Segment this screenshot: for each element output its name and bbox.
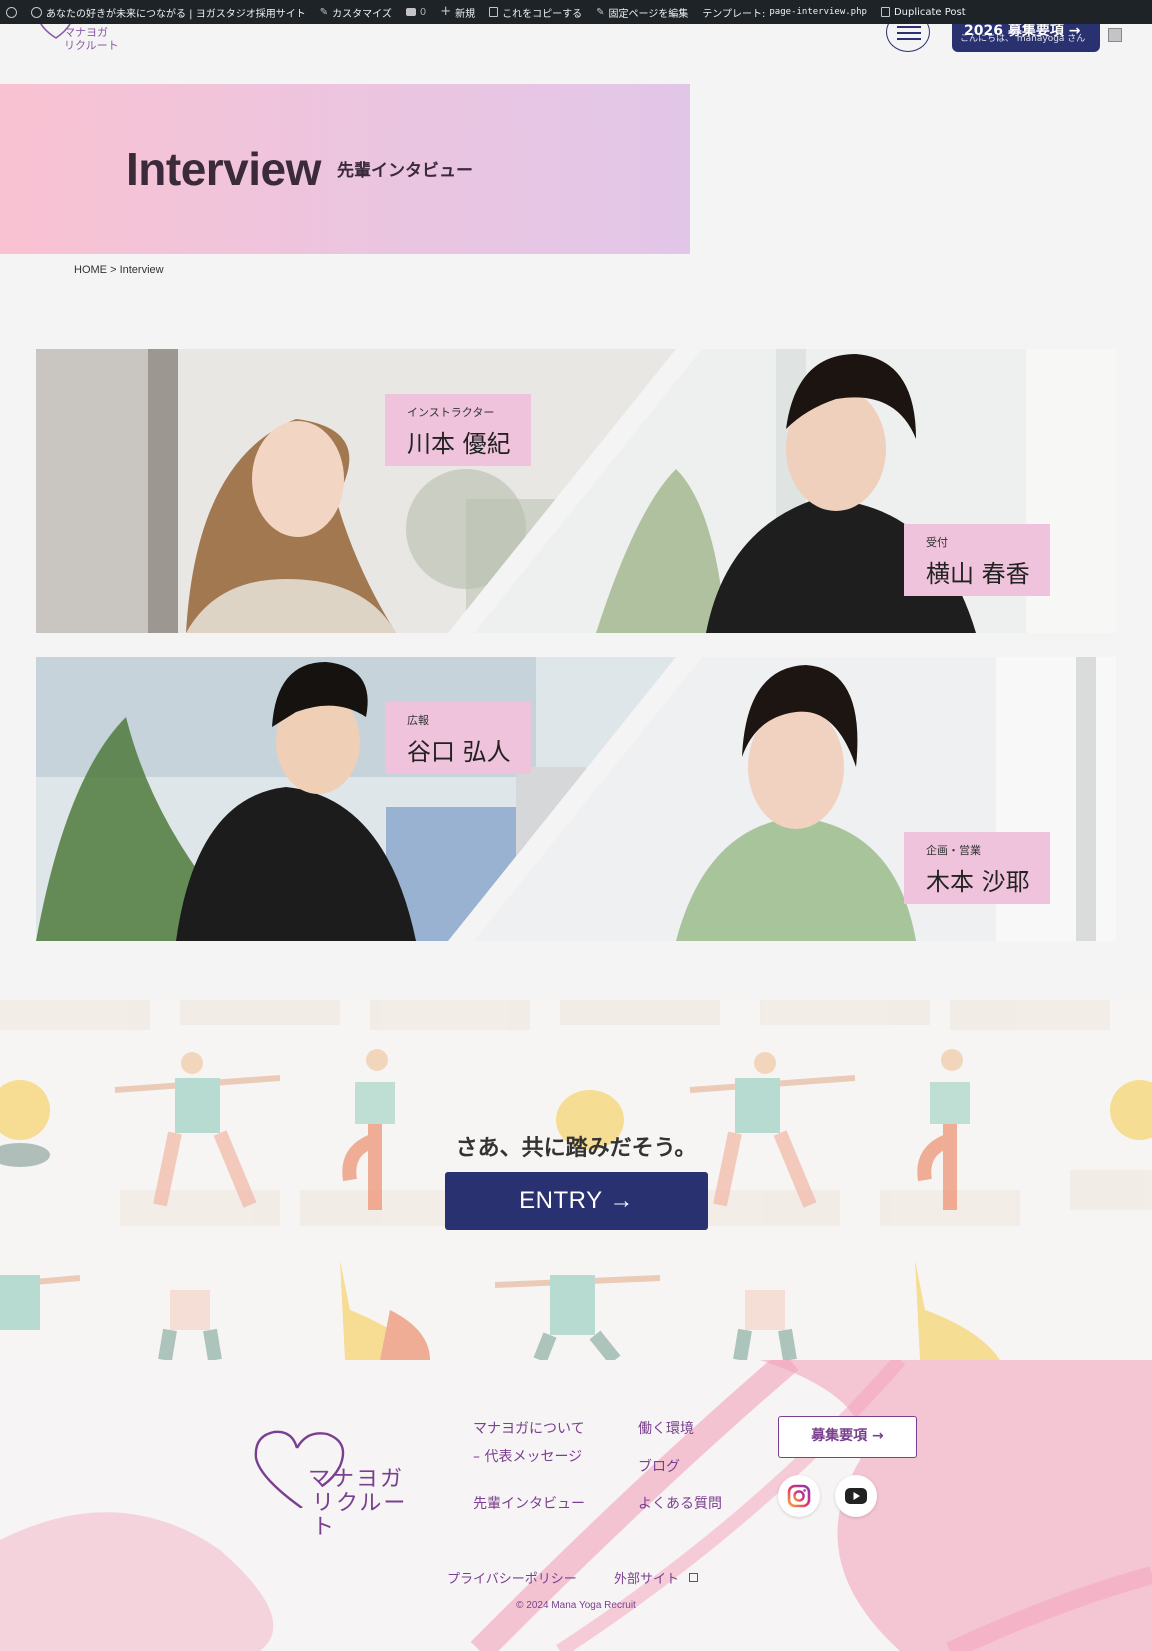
page-hero: Interview 先輩インタビュー (0, 84, 690, 254)
instagram-icon (787, 1484, 811, 1508)
admin-copy-label: これをコピーする (502, 8, 583, 20)
footer-external-label: 外部サイト (614, 1572, 680, 1587)
entry-section: さあ、共に踏みだそう。 ENTRY → (0, 1000, 1152, 1360)
admin-duplicate-link[interactable]: Duplicate Post (880, 6, 966, 18)
staff-name: 木本 沙耶 (926, 868, 1030, 896)
entry-button[interactable]: ENTRY → (445, 1172, 708, 1230)
nameplate: 広報 谷口 弘人 (385, 702, 531, 774)
menu-line-icon (897, 32, 921, 34)
footer-logo-line2: リクルート (312, 1491, 408, 1540)
wordpress-icon (6, 6, 17, 18)
staff-role: インストラクター (407, 406, 495, 419)
entry-catchphrase: さあ、共に踏みだそう。 (455, 1136, 697, 1161)
duplicate-icon (880, 7, 890, 17)
footer-link-message[interactable]: – 代表メッセージ (473, 1446, 582, 1466)
footer-link-interview[interactable]: 先輩インタビュー (473, 1493, 585, 1513)
page-title: Interview (126, 143, 321, 195)
menu-line-icon (897, 38, 921, 40)
nameplate: 受付 横山 春香 (904, 524, 1050, 596)
admin-comments-link[interactable]: 0 (405, 6, 427, 18)
plus-icon: + (440, 4, 452, 19)
admin-template-file: page-interview.php (769, 7, 867, 17)
footer-link-faq[interactable]: よくある質問 (638, 1493, 722, 1513)
external-link-icon (689, 1573, 699, 1582)
staff-role: 企画・営業 (926, 844, 981, 857)
wordpress-logo-item[interactable] (6, 6, 17, 18)
staff-name: 川本 優紀 (407, 430, 511, 458)
interview-row: 広報 谷口 弘人 企画・営業 木本 沙耶 (36, 657, 1116, 941)
footer-logo[interactable]: マナヨガ リクルート (252, 1428, 422, 1540)
instagram-button[interactable] (778, 1475, 820, 1517)
brush-icon: ✎ (319, 6, 329, 18)
logo-line2: リクルート (64, 39, 119, 52)
logo-line1: マナヨガ (64, 26, 108, 39)
page-subtitle: 先輩インタビュー (337, 161, 473, 181)
document-icon (489, 7, 499, 17)
admin-greeting[interactable]: こんにちは、 manayoga さん (960, 31, 1085, 44)
menu-line-icon (897, 26, 921, 28)
pencil-icon: ✎ (596, 6, 605, 18)
staff-role: 受付 (926, 536, 948, 549)
footer-link-about[interactable]: マナヨガについて (473, 1418, 585, 1438)
home-icon (31, 6, 42, 18)
admin-edit-link[interactable]: ✎ 固定ページを編集 (596, 5, 688, 20)
admin-customize-link[interactable]: ✎ カスタマイズ (320, 5, 392, 20)
admin-site-link[interactable]: あなたの好きが未来につながる | ヨガスタジオ採用サイト (31, 5, 306, 20)
admin-comments-count: 0 (419, 6, 427, 18)
youtube-button[interactable] (835, 1475, 877, 1517)
admin-new-label: 新規 (455, 8, 476, 20)
admin-copy-link[interactable]: これをコピーする (489, 5, 582, 20)
admin-new-link[interactable]: + 新規 (440, 5, 475, 20)
user-avatar[interactable] (1108, 28, 1122, 42)
nameplate: 企画・営業 木本 沙耶 (904, 832, 1050, 904)
footer-logo-line1: マナヨガ (308, 1467, 405, 1492)
admin-template-info[interactable]: テンプレート: page-interview.php (702, 5, 867, 20)
staff-name: 谷口 弘人 (407, 738, 511, 766)
footer-external-link[interactable]: 外部サイト (614, 1568, 699, 1587)
nameplate: インストラクター 川本 優紀 (385, 394, 531, 466)
comment-icon (405, 8, 416, 16)
site-footer: マナヨガ リクルート マナヨガについて – 代表メッセージ 先輩インタビュー 働… (0, 1360, 1152, 1651)
copyright: © 2024 Mana Yoga Recruit (516, 1600, 636, 1611)
youtube-icon (845, 1488, 867, 1504)
footer-link-blog[interactable]: ブログ (638, 1456, 680, 1476)
admin-template-label: テンプレート: (702, 8, 766, 20)
footer-link-environment[interactable]: 働く環境 (638, 1418, 694, 1438)
breadcrumb-separator: > (110, 264, 117, 276)
admin-bar: あなたの好きが未来につながる | ヨガスタジオ採用サイト ✎ カスタマイズ 0 +… (0, 0, 1152, 24)
footer-recruit-button[interactable]: 募集要項 → (778, 1416, 917, 1458)
admin-customize-label: カスタマイズ (332, 8, 392, 20)
staff-role: 広報 (407, 714, 429, 727)
footer-privacy-link[interactable]: プライバシーポリシー (447, 1568, 577, 1587)
interview-row: インストラクター 川本 優紀 受付 横山 春香 (36, 349, 1116, 633)
breadcrumb-current: Interview (119, 264, 164, 276)
admin-site-name: あなたの好きが未来につながる | ヨガスタジオ採用サイト (46, 8, 306, 20)
staff-name: 横山 春香 (926, 560, 1030, 588)
admin-edit-label: 固定ページを編集 (608, 8, 689, 20)
admin-duplicate-label: Duplicate Post (893, 6, 966, 18)
breadcrumb-home[interactable]: HOME (74, 264, 107, 276)
breadcrumb: HOME > Interview (74, 264, 164, 276)
